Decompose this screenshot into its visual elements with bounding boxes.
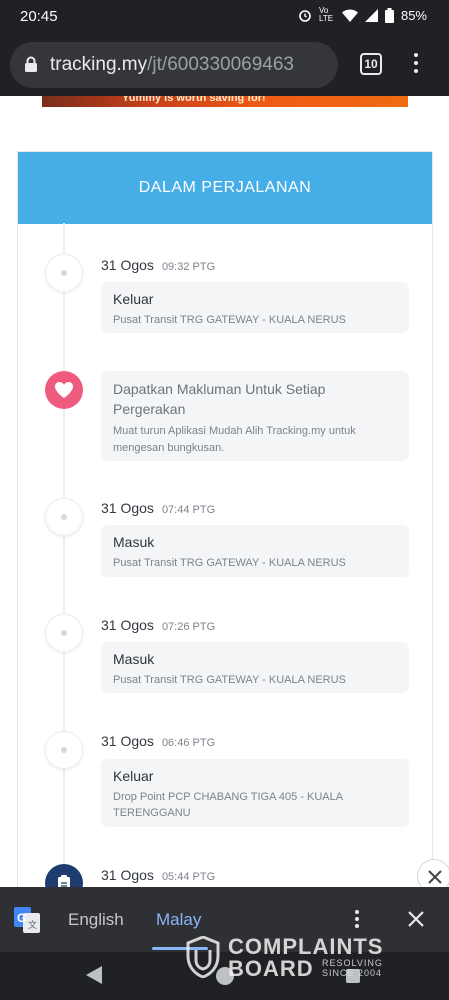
event-date: 31 Ogos 06:46 PTG — [101, 733, 215, 749]
event-date-text: 31 Ogos — [101, 500, 154, 516]
promo-description: Muat turun Aplikasi Mudah Alih Tracking.… — [113, 425, 356, 454]
event-box: Masuk Pusat Transit TRG GATEWAY - KUALA … — [101, 525, 409, 577]
event-date: 31 Ogos 09:32 PTG — [101, 257, 215, 273]
translate-close-button[interactable] — [406, 909, 426, 929]
promo-box[interactable]: Dapatkan Makluman Untuk Setiap Pergeraka… — [101, 371, 409, 461]
timeline-dot — [45, 254, 83, 292]
event-box: Keluar Pusat Transit TRG GATEWAY - KUALA… — [101, 282, 409, 333]
event-date: 31 Ogos 07:26 PTG — [101, 617, 215, 633]
tracking-status-title: DALAM PERJALANAN — [138, 179, 312, 196]
google-translate-icon: G文 — [14, 907, 40, 933]
volte-label: Vo LTE — [318, 6, 334, 23]
promo-badge — [45, 371, 83, 409]
language-tab-malay[interactable]: Malay — [156, 910, 201, 930]
event-location: Pusat Transit TRG GATEWAY - KUALA NERUS — [113, 557, 346, 569]
event-time: 07:26 PTG — [161, 621, 216, 633]
battery-percent: 85% — [400, 7, 427, 23]
url-host: tracking.my — [50, 54, 148, 75]
language-tab-english[interactable]: English — [68, 910, 124, 930]
back-icon[interactable] — [86, 966, 102, 984]
svg-text:G: G — [17, 911, 26, 925]
wifi-icon — [341, 9, 358, 22]
event-box: Masuk Pusat Transit TRG GATEWAY - KUALA … — [101, 642, 409, 693]
event-status: Keluar — [113, 291, 154, 307]
url-path: /jt/600330069463 — [147, 54, 295, 75]
event-date: 31 Ogos 05:44 PTG — [101, 867, 215, 883]
watermark-tagline1: RESOLVING — [322, 958, 383, 968]
event-date-text: 31 Ogos — [101, 733, 154, 749]
heart-icon — [55, 382, 73, 398]
status-bar: 20:45 Vo LTE 85% — [0, 0, 449, 34]
tab-switcher-button[interactable]: 10 — [360, 53, 382, 75]
event-time: 06:46 PTG — [161, 737, 216, 749]
url-text: tracking.my/jt/600330069463 — [50, 54, 294, 76]
ad-banner-text: Yummy is worth saving for! — [122, 96, 266, 104]
battery-icon — [384, 7, 394, 23]
close-icon — [428, 870, 442, 884]
event-date-text: 31 Ogos — [101, 257, 154, 273]
browser-menu-button[interactable] — [408, 50, 424, 80]
watermark-tagline2: SINCE 2004 — [322, 968, 383, 978]
event-time: 05:44 PTG — [161, 871, 216, 883]
tracking-status-header: DALAM PERJALANAN — [18, 152, 432, 224]
event-time: 09:32 PTG — [161, 261, 216, 273]
event-date-text: 31 Ogos — [101, 617, 154, 633]
event-location: Drop Point PCP CHABANG TIGA 405 - KUALA … — [113, 791, 343, 819]
event-status: Keluar — [113, 768, 154, 784]
event-date: 31 Ogos 07:44 PTG — [101, 500, 215, 516]
timeline-dot — [45, 731, 83, 769]
status-time: 20:45 — [20, 8, 58, 25]
svg-text:文: 文 — [28, 919, 37, 930]
event-time: 07:44 PTG — [161, 504, 216, 516]
watermark-line2: BOARD — [228, 956, 314, 981]
browser-toolbar: tracking.my/jt/600330069463 10 — [0, 34, 449, 96]
alarm-icon — [299, 10, 311, 22]
promo-title: Dapatkan Makluman Untuk Setiap Pergeraka… — [113, 381, 326, 417]
status-icons: Vo LTE 85% — [298, 7, 427, 23]
signal-icon — [364, 8, 378, 22]
event-location: Pusat Transit TRG GATEWAY - KUALA NERUS — [113, 314, 346, 326]
timeline-line — [63, 223, 65, 888]
translate-menu-button[interactable] — [351, 909, 363, 931]
event-status: Masuk — [113, 534, 155, 550]
ad-banner[interactable]: Yummy is worth saving for! — [42, 96, 408, 107]
timeline-dot — [45, 614, 83, 652]
event-status: Masuk — [113, 651, 155, 667]
event-location: Pusat Transit TRG GATEWAY - KUALA NERUS — [113, 674, 346, 686]
timeline-dot — [45, 498, 83, 536]
url-bar[interactable]: tracking.my/jt/600330069463 — [10, 42, 338, 88]
event-box: Keluar Drop Point PCP CHABANG TIGA 405 -… — [101, 759, 409, 827]
lock-icon — [25, 56, 37, 72]
event-date-text: 31 Ogos — [101, 867, 154, 883]
complaintsboard-watermark: COMPLAINTS BOARD RESOLVING SINCE 2004 — [186, 934, 406, 984]
shield-icon — [186, 936, 220, 978]
watermark-tagline: RESOLVING SINCE 2004 — [322, 958, 383, 978]
